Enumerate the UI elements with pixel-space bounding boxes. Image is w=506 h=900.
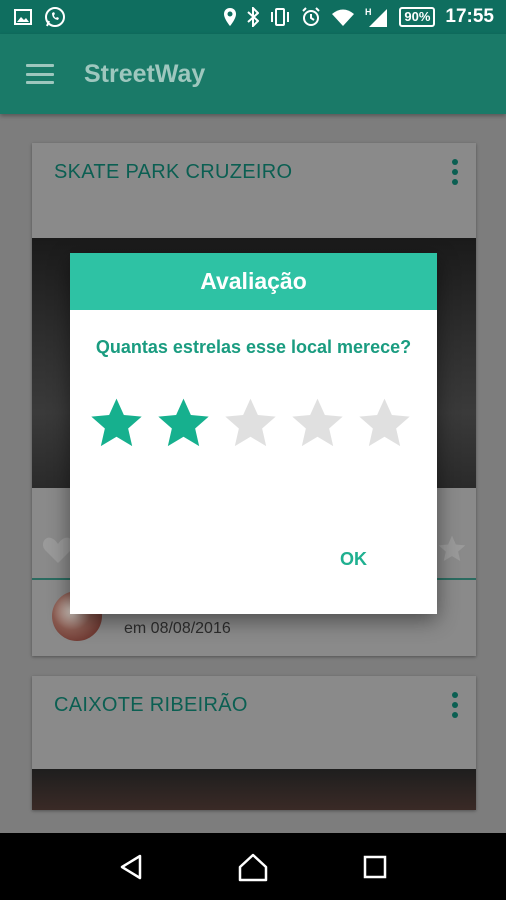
rating-dialog: Avaliação Quantas estrelas esse local me…	[70, 253, 437, 614]
rating-question: Quantas estrelas esse local merece?	[95, 337, 412, 357]
dialog-title: Avaliação	[200, 268, 307, 294]
status-bar: H 90% 17:55	[0, 0, 506, 34]
vibrate-icon	[269, 7, 291, 27]
signal-icon: H	[365, 7, 389, 27]
star-filled-icon[interactable]	[88, 395, 145, 452]
star-empty-icon[interactable]	[356, 395, 413, 452]
more-options-icon[interactable]	[452, 159, 460, 185]
svg-text:H: H	[365, 7, 372, 17]
star-empty-icon[interactable]	[222, 395, 279, 452]
card-title: CAIXOTE RIBEIRÃO	[54, 694, 248, 716]
menu-icon[interactable]	[26, 64, 54, 84]
image-notification-icon	[14, 9, 32, 25]
bluetooth-icon	[247, 7, 260, 27]
app-title: StreetWay	[84, 59, 206, 88]
star-empty-icon[interactable]	[289, 395, 346, 452]
recent-apps-icon[interactable]	[355, 847, 395, 887]
back-icon[interactable]	[111, 847, 151, 887]
spot-photo[interactable]	[32, 769, 476, 810]
rating-stars[interactable]	[88, 395, 413, 452]
star-icon[interactable]	[436, 533, 468, 570]
status-clock: 17:55	[445, 6, 494, 27]
alarm-icon	[301, 7, 321, 27]
ok-button[interactable]: OK	[340, 549, 367, 570]
location-icon	[223, 7, 237, 27]
app-bar: StreetWay	[0, 34, 506, 114]
spot-card[interactable]: CAIXOTE RIBEIRÃO	[32, 676, 476, 810]
comment-date: em 08/08/2016	[124, 620, 231, 637]
card-title: SKATE PARK CRUZEIRO	[54, 161, 293, 183]
whatsapp-icon	[44, 6, 66, 28]
battery-indicator: 90%	[399, 7, 436, 27]
dialog-header: Avaliação	[70, 253, 437, 310]
wifi-icon	[331, 8, 355, 26]
navigation-bar	[0, 833, 506, 900]
star-filled-icon[interactable]	[155, 395, 212, 452]
more-options-icon[interactable]	[452, 692, 460, 718]
home-icon[interactable]	[233, 847, 273, 887]
